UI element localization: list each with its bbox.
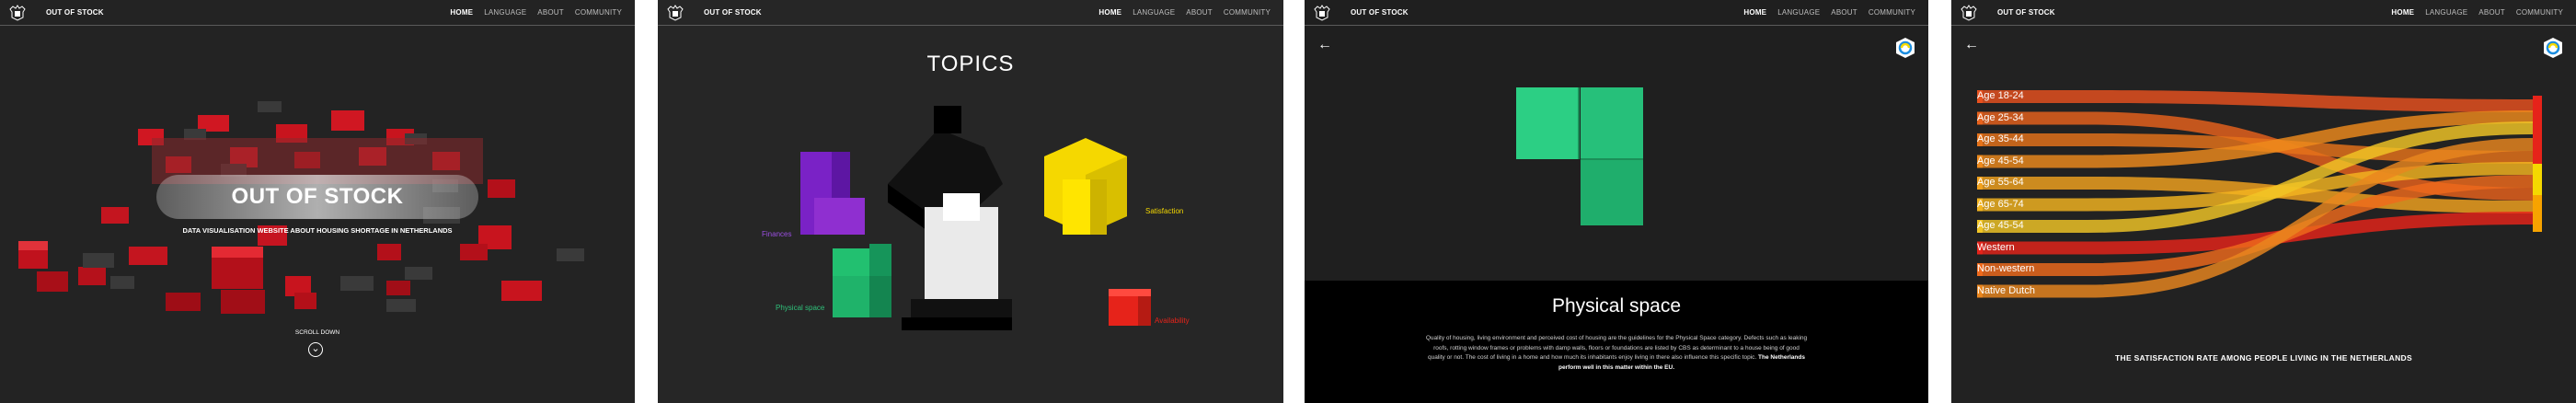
- sankey-category-label[interactable]: Non-western: [1977, 263, 2034, 274]
- topic-satisfaction-label[interactable]: Satisfaction: [1145, 207, 1183, 215]
- scroll-down-label[interactable]: SCROLL DOWN: [0, 329, 635, 336]
- description-text: Quality of housing, living environment a…: [1425, 335, 1808, 361]
- topic-physical-space-label[interactable]: Physical space: [776, 304, 824, 312]
- finances-block[interactable]: [800, 152, 865, 235]
- hero-title: OUT OF STOCK: [156, 175, 478, 219]
- topics-illustration: [800, 106, 1151, 330]
- satisfaction-screen: OUT OF STOCK HOME LANGUAGE ABOUT COMMUNI…: [1951, 0, 2576, 403]
- sankey-category-label[interactable]: Age 35-44: [1977, 133, 2024, 144]
- hero-subtitle: DATA VISUALISATION WEBSITE ABOUT HOUSING…: [182, 226, 453, 235]
- sankey-category-label[interactable]: Western: [1977, 242, 2015, 253]
- house-sculpture-icon: [888, 106, 1012, 330]
- section-description: Quality of housing, living environment a…: [1424, 334, 1809, 373]
- landing-screen: OUT OF STOCK HOME LANGUAGE ABOUT COMMUNI…: [0, 0, 635, 403]
- sankey-category-label[interactable]: Age 65-74: [1977, 199, 2024, 210]
- availability-block[interactable]: [1109, 289, 1151, 326]
- topic-availability-label[interactable]: Availability: [1155, 317, 1190, 325]
- section-title: Physical space: [1551, 295, 1682, 317]
- sankey-category-label[interactable]: Age 45-54: [1977, 155, 2024, 167]
- sankey-category-label[interactable]: Age 45-54: [1977, 220, 2024, 231]
- physical-space-block[interactable]: [833, 244, 891, 317]
- sankey-target-node[interactable]: [2533, 164, 2542, 195]
- topic-finances-label[interactable]: Finances: [762, 230, 791, 238]
- sankey-target-node[interactable]: [2533, 96, 2542, 164]
- sankey-diagram: [1977, 90, 2542, 298]
- sankey-category-label[interactable]: Age 55-64: [1977, 177, 2024, 188]
- sankey-flow[interactable]: [1977, 90, 2533, 112]
- physical-space-screen: OUT OF STOCK HOME LANGUAGE ABOUT COMMUNI…: [1305, 0, 1928, 403]
- chevron-down-circle-icon[interactable]: ⌄: [308, 342, 323, 357]
- topics-screen: OUT OF STOCK HOME LANGUAGE ABOUT COMMUNI…: [658, 0, 1283, 403]
- sankey-category-label[interactable]: Age 25-34: [1977, 112, 2024, 123]
- description-panel: Physical space Quality of housing, livin…: [1305, 281, 1928, 403]
- chart-caption: THE SATISFACTION RATE AMONG PEOPLE LIVIN…: [2115, 353, 2412, 363]
- satisfaction-block[interactable]: [1044, 138, 1127, 235]
- sankey-category-label[interactable]: Age 18-24: [1977, 90, 2024, 101]
- sankey-category-label[interactable]: Native Dutch: [1977, 285, 2035, 296]
- physical-space-block-illustration: [1516, 87, 1643, 225]
- sankey-target-node[interactable]: [2533, 195, 2542, 232]
